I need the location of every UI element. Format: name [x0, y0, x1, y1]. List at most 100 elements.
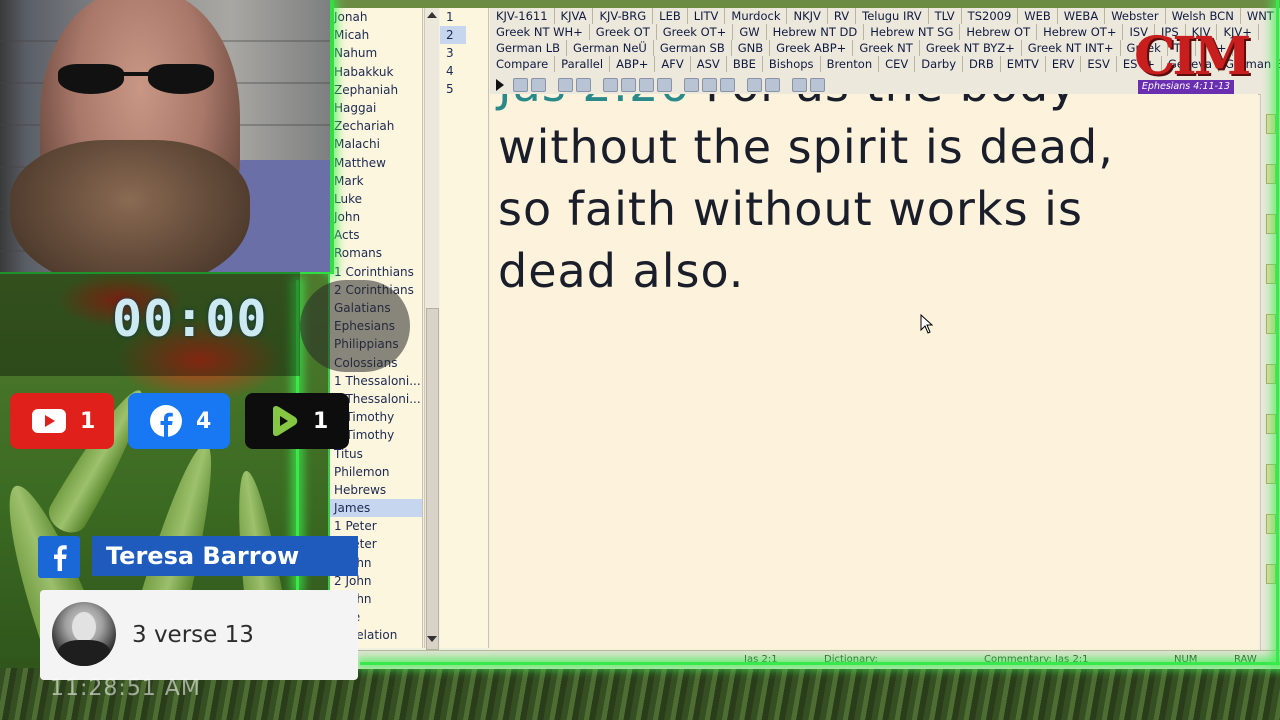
version-tab[interactable]: LITV	[688, 8, 726, 24]
toolbar-button[interactable]	[558, 78, 573, 92]
version-tab[interactable]: KJV-BRG	[593, 8, 654, 24]
version-tab[interactable]: ASV	[691, 56, 727, 72]
version-tab[interactable]: WEBA	[1058, 8, 1106, 24]
book-item[interactable]: Malachi	[330, 135, 422, 153]
version-tab[interactable]: Brenton	[821, 56, 880, 72]
version-tab[interactable]: TS2009	[962, 8, 1019, 24]
version-tab[interactable]: CEV	[879, 56, 916, 72]
book-item[interactable]: 1 Thessaloni...	[330, 372, 422, 390]
toolbar-button[interactable]	[621, 78, 636, 92]
facebook-count: 4	[196, 408, 212, 434]
version-tab[interactable]: KJVA	[555, 8, 594, 24]
toolbar-button[interactable]	[531, 78, 546, 92]
scroll-marker	[1266, 564, 1276, 584]
book-item[interactable]: Micah	[330, 26, 422, 44]
book-item[interactable]: Philemon	[330, 463, 422, 481]
logo-tagline: Ephesians 4:11-13	[1138, 80, 1234, 94]
chapter-item[interactable]: 3	[440, 44, 488, 62]
verse-line-3: dead also.	[498, 244, 745, 298]
version-tab[interactable]: Telugu IRV	[856, 8, 929, 24]
version-tab[interactable]: RV	[828, 8, 857, 24]
toolbar-button[interactable]	[720, 78, 735, 92]
toolbar-button[interactable]	[702, 78, 717, 92]
version-tab[interactable]: Parallel	[555, 56, 611, 72]
book-item[interactable]: Haggai	[330, 99, 422, 117]
version-tab[interactable]: AFV	[655, 56, 691, 72]
play-icon[interactable]	[496, 79, 504, 91]
version-tab[interactable]: NKJV	[787, 8, 828, 24]
version-tab[interactable]: German SB	[654, 40, 732, 56]
version-tab[interactable]: EMTV	[1001, 56, 1046, 72]
commenter-avatar	[52, 602, 116, 666]
book-item[interactable]: Mark	[330, 172, 422, 190]
toolbar-button[interactable]	[603, 78, 618, 92]
version-tab[interactable]: Greek NT	[853, 40, 920, 56]
forward-arrow-icon[interactable]	[810, 78, 825, 92]
version-tab[interactable]: Hebrew OT	[960, 24, 1038, 40]
scroll-down-arrow-icon[interactable]	[427, 636, 437, 642]
scroll-marker	[1266, 414, 1276, 434]
version-tab[interactable]: Greek ABP+	[770, 40, 854, 56]
book-item[interactable]: John	[330, 208, 422, 226]
toolbar-button[interactable]	[576, 78, 591, 92]
scroll-up-arrow-icon[interactable]	[427, 12, 437, 18]
chapter-item[interactable]: 5	[440, 80, 488, 98]
stream-timer: 00:00	[112, 290, 268, 348]
version-tab[interactable]: Hebrew NT SG	[864, 24, 961, 40]
back-arrow-icon[interactable]	[792, 78, 807, 92]
version-tab[interactable]: Bishops	[763, 56, 821, 72]
chapter-item[interactable]: 2	[440, 26, 466, 44]
facebook-viewers-badge: 4	[128, 393, 230, 449]
book-item[interactable]: Jonah	[330, 8, 422, 26]
book-item[interactable]: Zechariah	[330, 117, 422, 135]
book-item[interactable]: Romans	[330, 244, 422, 262]
book-item[interactable]: Zephaniah	[330, 81, 422, 99]
chapter-list[interactable]: 12345	[440, 8, 489, 648]
version-tab[interactable]: Greek NT WH+	[490, 24, 590, 40]
book-list-scroll-thumb[interactable]	[426, 308, 439, 650]
status-bar: Jas 2:1 Dictionary: Commentary: Jas 2:1 …	[330, 650, 1280, 669]
book-item[interactable]: Matthew	[330, 154, 422, 172]
book-item[interactable]: Habakkuk	[330, 63, 422, 81]
chapter-item[interactable]: 4	[440, 62, 488, 80]
version-tab[interactable]: Greek NT BYZ+	[920, 40, 1022, 56]
toolbar-button[interactable]	[639, 78, 654, 92]
book-item[interactable]: Nahum	[330, 44, 422, 62]
toolbar-button[interactable]	[684, 78, 699, 92]
version-tab[interactable]: Greek OT+	[657, 24, 734, 40]
version-tab[interactable]: GW	[733, 24, 767, 40]
zoom-icon[interactable]	[747, 78, 762, 92]
chapter-item[interactable]: 1	[440, 8, 488, 26]
toolbar-button[interactable]	[513, 78, 528, 92]
version-tab[interactable]: ESV	[1081, 56, 1117, 72]
version-tab[interactable]: Greek NT INT+	[1022, 40, 1121, 56]
book-item[interactable]: Luke	[330, 190, 422, 208]
verse-text-pane[interactable]: Jas 2:26 For as the body without the spi…	[490, 94, 1258, 654]
version-tab[interactable]: ERV	[1046, 56, 1082, 72]
version-tab[interactable]: German NeÜ	[567, 40, 654, 56]
version-tab[interactable]: Compare	[490, 56, 556, 72]
book-item[interactable]: James	[330, 499, 422, 518]
version-tab[interactable]: GNB	[732, 40, 771, 56]
version-tab[interactable]: ABP+	[610, 56, 656, 72]
version-tab[interactable]: BBE	[727, 56, 763, 72]
version-tab[interactable]: German LB	[490, 40, 568, 56]
version-tab[interactable]: Hebrew NT DD	[767, 24, 865, 40]
toolbar-button[interactable]	[657, 78, 672, 92]
version-tab[interactable]: Darby	[915, 56, 964, 72]
version-tab[interactable]: WNT	[1241, 8, 1280, 24]
book-item[interactable]: Acts	[330, 226, 422, 244]
version-tab[interactable]: Greek OT	[590, 24, 657, 40]
version-tab[interactable]: LEB	[653, 8, 688, 24]
version-tab[interactable]: DRB	[963, 56, 1001, 72]
book-item[interactable]: Hebrews	[330, 481, 422, 499]
toolbar-button[interactable]	[765, 78, 780, 92]
version-tab[interactable]: TLV	[929, 8, 962, 24]
version-tab[interactable]: Hebrew OT+	[1037, 24, 1124, 40]
book-item[interactable]: 1 Corinthians	[330, 263, 422, 281]
version-tab[interactable]: WEB	[1018, 8, 1058, 24]
version-tab[interactable]: Murdock	[725, 8, 788, 24]
version-tab[interactable]: KJV-1611	[490, 8, 555, 24]
book-list-scrollbar[interactable]	[424, 8, 439, 650]
book-item[interactable]: 1 Peter	[330, 517, 422, 535]
